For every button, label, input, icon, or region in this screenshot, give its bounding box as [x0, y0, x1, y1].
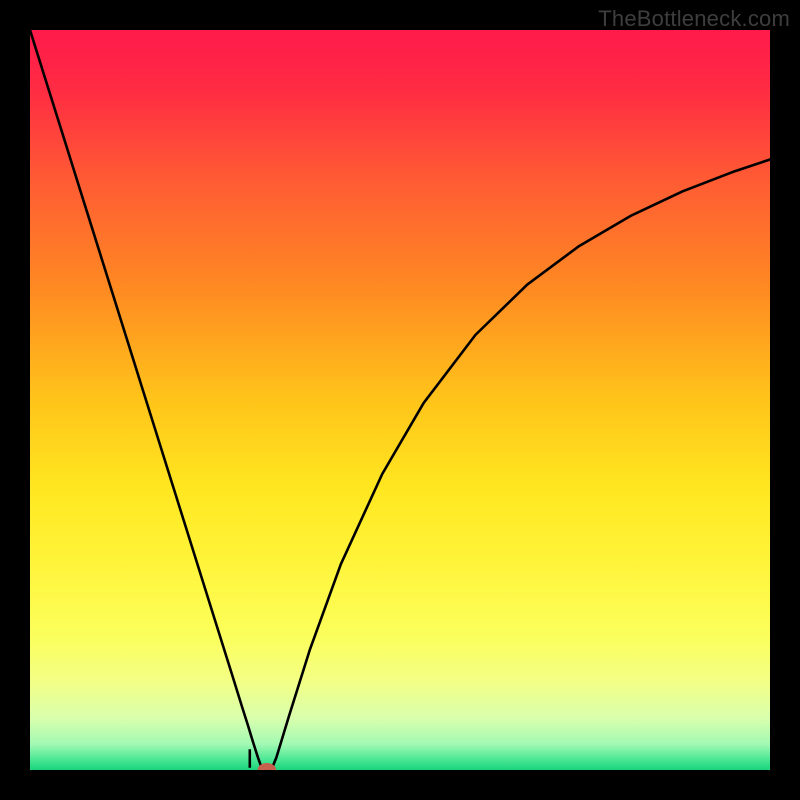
plot-area — [30, 30, 770, 770]
frame-border: TheBottleneck.com — [0, 0, 800, 800]
watermark-text: TheBottleneck.com — [598, 6, 790, 32]
plot-svg — [30, 30, 770, 770]
bottleneck-curve — [30, 30, 770, 770]
